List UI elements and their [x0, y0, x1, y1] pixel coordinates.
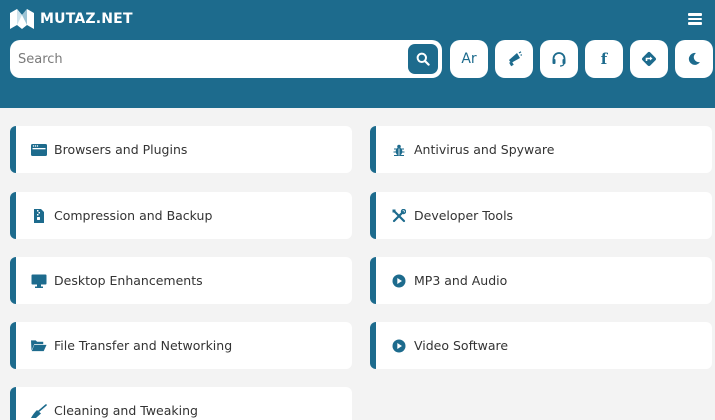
category-label: File Transfer and Networking	[54, 338, 233, 353]
category-developer-tools[interactable]: Developer Tools	[370, 192, 712, 239]
request-button[interactable]	[495, 40, 533, 78]
category-label: Antivirus and Spyware	[414, 142, 555, 157]
language-button[interactable]: Ar	[450, 40, 488, 78]
search-input[interactable]	[18, 49, 398, 69]
browser-icon	[31, 142, 47, 158]
play-circle-icon	[391, 273, 407, 289]
search-icon	[416, 52, 430, 66]
category-label: Desktop Enhancements	[54, 273, 203, 288]
category-label: Developer Tools	[414, 208, 514, 223]
desktop-icon	[31, 273, 47, 289]
bullhorn-icon	[509, 51, 522, 67]
site-header: MUTAZ.NET Ar f	[0, 0, 715, 108]
tools-icon	[391, 208, 407, 224]
diamond-turn-icon	[642, 52, 656, 66]
category-video[interactable]: Video Software	[370, 322, 712, 369]
category-mp3-audio[interactable]: MP3 and Audio	[370, 257, 712, 304]
category-label: Video Software	[414, 338, 509, 353]
category-desktop[interactable]: Desktop Enhancements	[10, 257, 352, 304]
file-zipper-icon	[31, 208, 47, 224]
bug-icon	[391, 142, 407, 158]
folder-open-icon	[31, 338, 47, 354]
category-label: Cleaning and Tweaking	[54, 403, 198, 418]
logo-icon	[10, 9, 34, 29]
category-compression[interactable]: Compression and Backup	[10, 192, 352, 239]
category-label: MP3 and Audio	[414, 273, 508, 288]
category-label: Browsers and Plugins	[54, 142, 188, 157]
menu-icon	[688, 13, 702, 16]
headset-icon	[552, 52, 566, 67]
menu-button[interactable]	[686, 11, 704, 27]
play-circle-icon	[391, 338, 407, 354]
site-logo[interactable]: MUTAZ.NET	[10, 8, 133, 30]
search-box	[10, 40, 442, 78]
category-antivirus[interactable]: Antivirus and Spyware	[370, 126, 712, 173]
dark-mode-button[interactable]	[675, 40, 713, 78]
broom-icon	[31, 403, 47, 419]
language-label: Ar	[461, 51, 477, 67]
directions-button[interactable]	[630, 40, 668, 78]
facebook-button[interactable]: f	[585, 40, 623, 78]
moon-icon	[688, 52, 700, 65]
category-file-transfer[interactable]: File Transfer and Networking	[10, 322, 352, 369]
category-cleaning[interactable]: Cleaning and Tweaking	[10, 387, 352, 420]
category-label: Compression and Backup	[54, 208, 213, 223]
support-button[interactable]	[540, 40, 578, 78]
brand-name: MUTAZ.NET	[40, 11, 133, 27]
search-button[interactable]	[408, 44, 438, 74]
category-browsers[interactable]: Browsers and Plugins	[10, 126, 352, 173]
facebook-icon: f	[600, 50, 608, 68]
